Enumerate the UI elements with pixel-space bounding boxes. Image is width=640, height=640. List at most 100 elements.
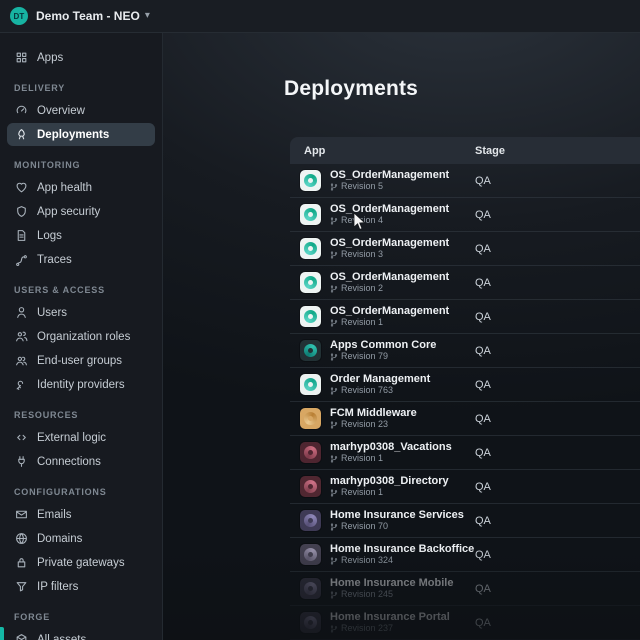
revision-branch-icon — [330, 387, 338, 395]
sidebar-item-emails[interactable]: Emails — [7, 503, 155, 526]
app-cell: FCM Middleware Revision 23 — [330, 407, 417, 431]
sidebar-item-end-user-groups[interactable]: End-user groups — [7, 349, 155, 372]
private-gateways-icon — [15, 556, 28, 569]
stage-value: QA — [475, 616, 491, 629]
sidebar-section-header: USERS & ACCESS — [14, 285, 105, 295]
ip-filters-icon — [15, 580, 28, 593]
table-row[interactable]: Home Insurance Portal Revision 237 QA — [290, 606, 640, 640]
sidebar-scroll-indicator[interactable] — [0, 627, 4, 640]
app-logo-icon — [300, 170, 321, 191]
deployments-table: App Stage OS_OrderManagement Revision 5 QA… — [290, 137, 640, 640]
app-name: Order Management — [330, 372, 431, 385]
app-revision: Revision 1 — [330, 317, 449, 328]
stage-value: QA — [475, 208, 491, 221]
sidebar-item-all-assets[interactable]: All assets — [7, 628, 155, 640]
table-row[interactable]: OS_OrderManagement Revision 4 QA — [290, 198, 640, 232]
sidebar-item-logs[interactable]: Logs — [7, 224, 155, 247]
sidebar-item-label: Logs — [37, 229, 62, 242]
table-row[interactable]: Apps Common Core Revision 79 QA — [290, 334, 640, 368]
table-row[interactable]: FCM Middleware Revision 23 QA — [290, 402, 640, 436]
sidebar-section-header: MONITORING — [14, 160, 81, 170]
revision-branch-icon — [330, 489, 338, 497]
app-cell: OS_OrderManagement Revision 2 — [330, 271, 449, 295]
table-row[interactable]: OS_OrderManagement Revision 3 QA — [290, 232, 640, 266]
sidebar-item-label: Organization roles — [37, 330, 131, 343]
app-name: OS_OrderManagement — [330, 270, 450, 283]
app-logo-icon — [300, 476, 321, 497]
table-row[interactable]: marhyp0308_Directory Revision 1 QA — [290, 470, 640, 504]
revision-branch-icon — [330, 591, 338, 599]
stage-value: QA — [475, 174, 491, 187]
sidebar-item-external-logic[interactable]: External logic — [7, 426, 155, 449]
sidebar-item-label: App health — [37, 181, 92, 194]
app-cell: OS_OrderManagement Revision 4 — [330, 203, 449, 227]
app-revision: Revision 5 — [330, 181, 449, 192]
app-name: Home Insurance Services — [330, 508, 464, 521]
app-cell: Home Insurance Portal Revision 237 — [330, 611, 450, 635]
table-row[interactable]: OS_OrderManagement Revision 5 QA — [290, 164, 640, 198]
sidebar-item-label: Deployments — [37, 128, 110, 141]
app-logo-icon — [300, 340, 321, 361]
app-name: marhyp0308_Vacations — [330, 440, 452, 453]
column-header-app: App — [304, 144, 326, 157]
org-roles-icon — [15, 330, 28, 343]
table-row[interactable]: OS_OrderManagement Revision 2 QA — [290, 266, 640, 300]
table-row[interactable]: marhyp0308_Vacations Revision 1 QA — [290, 436, 640, 470]
sidebar-item-label: App security — [37, 205, 101, 218]
deployments-table-body: OS_OrderManagement Revision 5 QA OS_OrderMa… — [290, 164, 640, 640]
app-name: OS_OrderManagement — [330, 202, 450, 215]
app-name: Home Insurance Backoffice — [330, 542, 475, 555]
stage-value: QA — [475, 548, 491, 561]
team-avatar[interactable]: DT — [10, 7, 28, 25]
sidebar-item-organization-roles[interactable]: Organization roles — [7, 325, 155, 348]
app-name: OS_OrderManagement — [330, 168, 450, 181]
sidebar-item-apps[interactable]: Apps — [7, 46, 155, 69]
stage-value: QA — [475, 514, 491, 527]
table-row[interactable]: Home Insurance Mobile Revision 245 QA — [290, 572, 640, 606]
revision-branch-icon — [330, 455, 338, 463]
sidebar-item-overview[interactable]: Overview — [7, 99, 155, 122]
app-cell: marhyp0308_Directory Revision 1 — [330, 475, 449, 499]
app-cell: OS_OrderManagement Revision 1 — [330, 305, 449, 329]
app-logo-icon — [300, 306, 321, 327]
sidebar-item-deployments[interactable]: Deployments — [7, 123, 155, 146]
app-cell: Home Insurance Backoffice Revision 324 — [330, 543, 474, 567]
app-security-icon — [15, 205, 28, 218]
app-logo-icon — [300, 612, 321, 633]
app-logo-icon — [300, 204, 321, 225]
app-revision: Revision 70 — [330, 521, 464, 532]
sidebar-item-private-gateways[interactable]: Private gateways — [7, 551, 155, 574]
app-logo-icon — [300, 510, 321, 531]
stage-value: QA — [475, 412, 491, 425]
sidebar-item-label: End-user groups — [37, 354, 123, 367]
sidebar-section-header: CONFIGURATIONS — [14, 487, 107, 497]
revision-branch-icon — [330, 217, 338, 225]
sidebar-item-users[interactable]: Users — [7, 301, 155, 324]
app-cell: Order Management Revision 763 — [330, 373, 430, 397]
sidebar-item-app-security[interactable]: App security — [7, 200, 155, 223]
revision-branch-icon — [330, 183, 338, 191]
sidebar-item-identity-providers[interactable]: Identity providers — [7, 373, 155, 396]
revision-branch-icon — [330, 421, 338, 429]
table-row[interactable]: Home Insurance Backoffice Revision 324 QA — [290, 538, 640, 572]
sidebar-item-ip-filters[interactable]: IP filters — [7, 575, 155, 598]
stage-value: QA — [475, 378, 491, 391]
app-cell: Home Insurance Mobile Revision 245 — [330, 577, 453, 601]
app-name: OS_OrderManagement — [330, 236, 450, 249]
sidebar-item-domains[interactable]: Domains — [7, 527, 155, 550]
sidebar-item-label: Private gateways — [37, 556, 125, 569]
table-row[interactable]: Order Management Revision 763 QA — [290, 368, 640, 402]
table-row[interactable]: Home Insurance Services Revision 70 QA — [290, 504, 640, 538]
app-revision: Revision 245 — [330, 589, 453, 600]
stage-value: QA — [475, 276, 491, 289]
app-cell: marhyp0308_Vacations Revision 1 — [330, 441, 452, 465]
sidebar-item-label: Connections — [37, 455, 101, 468]
sidebar-item-traces[interactable]: Traces — [7, 248, 155, 271]
team-switcher[interactable]: Demo Team - NEO ▾ — [36, 9, 150, 23]
app-revision: Revision 237 — [330, 623, 450, 634]
topbar: DT Demo Team - NEO ▾ — [0, 0, 640, 33]
table-row[interactable]: OS_OrderManagement Revision 1 QA — [290, 300, 640, 334]
sidebar-item-connections[interactable]: Connections — [7, 450, 155, 473]
sidebar-item-app-health[interactable]: App health — [7, 176, 155, 199]
app-logo-icon — [300, 442, 321, 463]
